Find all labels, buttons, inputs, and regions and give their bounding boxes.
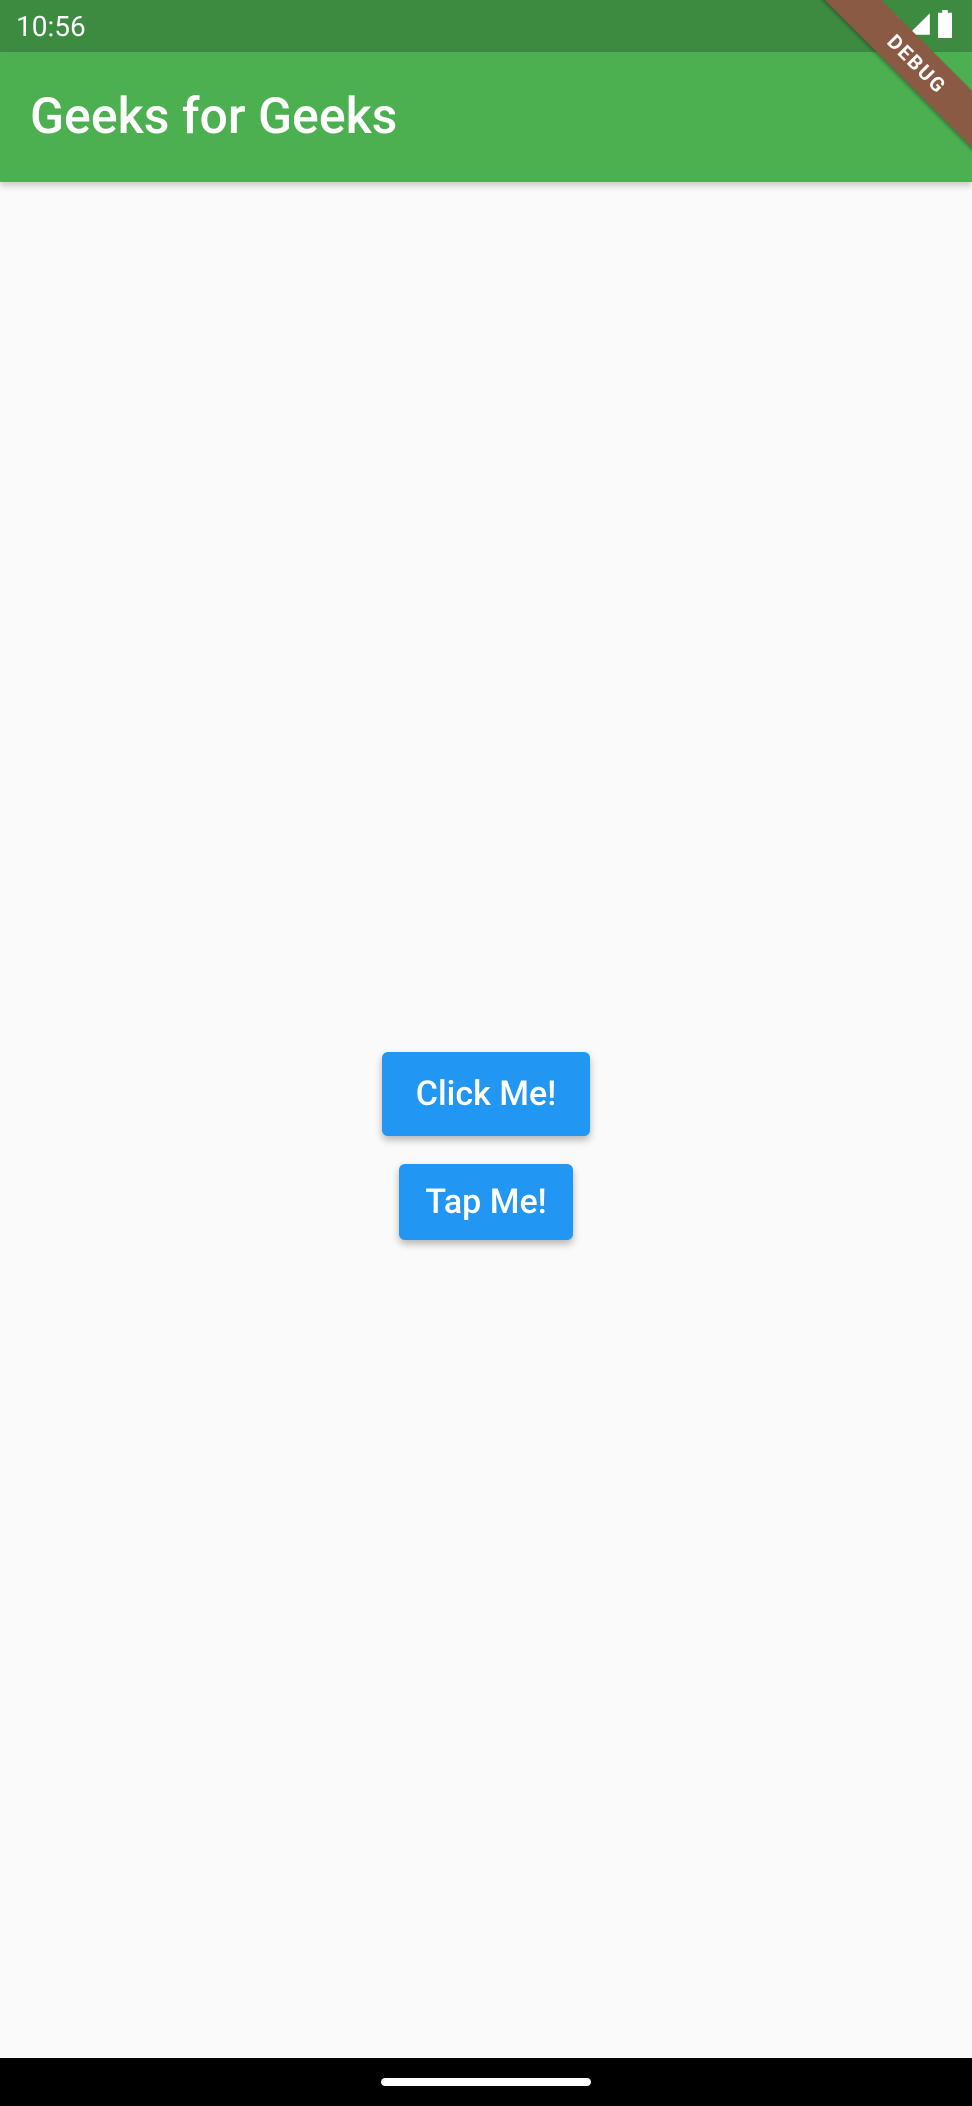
body-area: Click Me! Tap Me! (0, 182, 972, 2058)
navigation-bar (0, 2058, 972, 2106)
status-time: 10:56 (16, 10, 86, 43)
status-bar: 10:56 (0, 0, 972, 52)
battery-icon (936, 10, 954, 42)
click-me-button[interactable]: Click Me! (382, 1052, 590, 1136)
tap-me-button[interactable]: Tap Me! (399, 1164, 572, 1240)
app-bar: Geeks for Geeks (0, 52, 972, 182)
app-title: Geeks for Geeks (30, 88, 397, 146)
navigation-handle[interactable] (381, 2078, 591, 2086)
